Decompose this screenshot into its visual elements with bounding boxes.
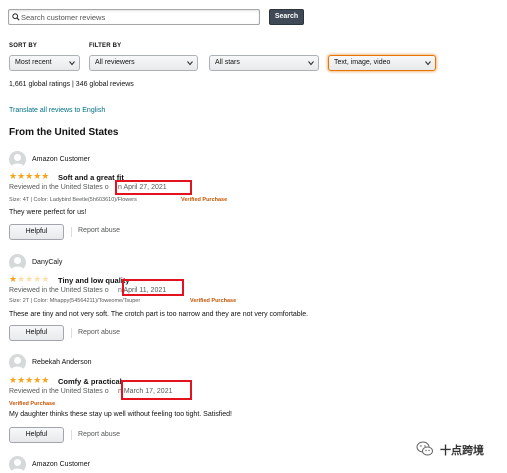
verified-purchase-badge: Verified Purchase xyxy=(190,298,237,304)
avatar xyxy=(9,456,26,473)
chevron-down-icon xyxy=(187,61,193,66)
date-highlight-box xyxy=(121,380,192,400)
format-dropdown[interactable]: Text, image, video xyxy=(328,55,436,71)
review-title[interactable]: Tiny and low quality xyxy=(58,276,130,285)
review-details[interactable]: Size: 4T | Color: Ladybird Beetle(5h6036… xyxy=(9,197,137,203)
review-location: Reviewed in the United States o xyxy=(9,388,109,395)
search-field[interactable] xyxy=(8,9,260,25)
review-body: These are tiny and not very soft. The cr… xyxy=(9,311,309,318)
user-icon xyxy=(11,357,24,371)
search-icon xyxy=(12,13,20,21)
reviewers-dropdown-value: All reviewers xyxy=(95,59,135,66)
section-title: From the United States xyxy=(9,127,119,138)
review-author: Rebekah Anderson xyxy=(32,359,92,366)
user-icon xyxy=(11,154,24,168)
sort-by-label: SORT BY xyxy=(9,43,38,49)
verified-purchase-badge: Verified Purchase xyxy=(9,401,56,407)
avatar xyxy=(9,151,26,168)
review-details[interactable]: Size: 2T | Color: Mhappy(54564211)/Toweo… xyxy=(9,298,140,304)
star-rating[interactable]: ★★★★★ xyxy=(9,376,49,385)
stars-filled: ★★★★★ xyxy=(9,171,50,181)
divider xyxy=(71,227,72,237)
divider xyxy=(71,430,72,440)
chevron-down-icon xyxy=(308,61,314,66)
filter-by-label: FILTER BY xyxy=(89,43,122,49)
review-author: Amazon Customer xyxy=(32,156,90,163)
helpful-button[interactable]: Helpful xyxy=(9,427,64,443)
date-highlight-box xyxy=(122,279,184,296)
review-body: They were perfect for us! xyxy=(9,209,87,216)
avatar xyxy=(9,254,26,271)
user-icon xyxy=(11,257,24,271)
avatar xyxy=(9,354,26,371)
report-abuse-link[interactable]: Report abuse xyxy=(78,329,120,336)
helpful-button[interactable]: Helpful xyxy=(9,224,64,240)
stars-filled: ★★★★★ xyxy=(9,375,50,385)
stars-empty: ★★★★ xyxy=(17,274,50,284)
translate-link[interactable]: Translate all reviews to English xyxy=(9,107,105,114)
format-dropdown-value: Text, image, video xyxy=(334,59,391,66)
report-abuse-link[interactable]: Report abuse xyxy=(78,227,120,234)
stars-dropdown[interactable]: All stars xyxy=(209,55,319,71)
search-input[interactable] xyxy=(21,11,251,23)
star-rating[interactable]: ★★★★★ xyxy=(9,275,49,284)
stars-dropdown-value: All stars xyxy=(215,59,240,66)
star-rating[interactable]: ★★★★★ xyxy=(9,172,49,181)
search-button[interactable]: Search xyxy=(269,9,304,25)
chevron-down-icon xyxy=(69,61,75,66)
review-location: Reviewed in the United States o xyxy=(9,184,109,191)
review-title[interactable]: Soft and a great fit xyxy=(58,173,124,182)
review-author: Amazon Customer xyxy=(32,461,90,468)
reviewers-dropdown[interactable]: All reviewers xyxy=(89,55,198,71)
report-abuse-link[interactable]: Report abuse xyxy=(78,431,120,438)
user-icon xyxy=(11,459,24,473)
stars-filled: ★ xyxy=(9,274,18,284)
review-location: Reviewed in the United States o xyxy=(9,287,109,294)
sort-dropdown-value: Most recent xyxy=(15,59,52,66)
verified-purchase-badge: Verified Purchase xyxy=(181,197,228,203)
helpful-button[interactable]: Helpful xyxy=(9,325,64,341)
review-title[interactable]: Comfy & practical xyxy=(58,377,122,386)
watermark-text: 十点跨境 xyxy=(440,445,484,457)
divider xyxy=(71,328,72,338)
sort-dropdown[interactable]: Most recent xyxy=(9,55,80,71)
ratings-summary: 1,661 global ratings | 346 global review… xyxy=(9,81,134,88)
date-highlight-box xyxy=(115,180,192,195)
review-body: My daughter thinks these stay up well wi… xyxy=(9,411,232,418)
review-author: DanyCaly xyxy=(32,259,63,266)
chevron-down-icon xyxy=(425,61,431,66)
wechat-icon xyxy=(416,440,434,458)
